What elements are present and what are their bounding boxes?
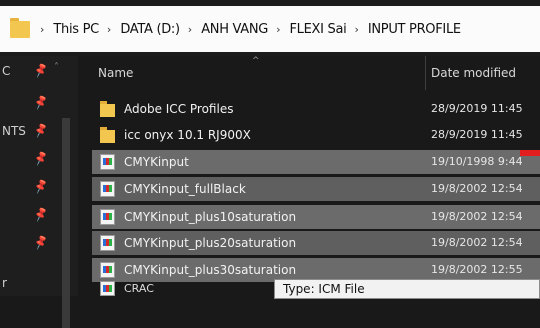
file-name-partial[interactable]: CRAC xyxy=(124,282,154,295)
file-row-selected[interactable]: CMYKinput_fullBlack 19/8/2002 12:54 xyxy=(92,177,540,201)
file-date: 19/10/1998 9:44 xyxy=(431,155,523,168)
file-date: 19/8/2002 12:54 xyxy=(431,182,523,195)
breadcrumb: › This PC › DATA (D:) › ANH VANG › FLEXI… xyxy=(32,22,461,37)
file-row-selected[interactable]: CMYKinput_plus20saturation 19/8/2002 12:… xyxy=(92,231,540,255)
column-divider[interactable] xyxy=(425,56,426,90)
crumb-input-profile[interactable]: INPUT PROFILE xyxy=(368,22,461,37)
crumb-flexi-sai[interactable]: FLEXI Sai xyxy=(290,22,347,37)
column-header-row: ^ Name Date modified xyxy=(78,56,540,90)
pin-icon: 📌 xyxy=(32,178,50,195)
crumb-this-pc[interactable]: This PC xyxy=(53,22,99,37)
icm-file-icon xyxy=(100,209,115,225)
folder-icon xyxy=(100,101,115,117)
column-header-name[interactable]: Name xyxy=(98,66,133,80)
file-name: CMYKinput xyxy=(124,155,189,169)
file-name: Adobe ICC Profiles xyxy=(124,102,234,116)
file-date: 19/8/2002 12:54 xyxy=(431,210,523,223)
nav-item[interactable]: C 📌 xyxy=(0,60,78,84)
pin-icon: 📌 xyxy=(32,234,50,251)
icm-file-icon xyxy=(100,262,115,278)
file-name: CMYKinput_plus10saturation xyxy=(124,210,297,224)
folder-icon xyxy=(100,127,115,143)
chevron-right-icon[interactable]: › xyxy=(107,23,111,36)
folder-icon xyxy=(10,18,32,40)
file-row[interactable]: icc onyx 10.1 RJ900X 28/9/2019 11:45 xyxy=(92,123,540,147)
chevron-right-icon[interactable]: › xyxy=(354,23,358,36)
file-date: 28/9/2019 11:45 xyxy=(431,128,523,141)
pin-icon: 📌 xyxy=(32,150,50,167)
icm-file-icon xyxy=(100,281,115,296)
nav-item-label: r xyxy=(2,276,7,290)
icm-file-icon xyxy=(100,154,115,170)
nav-scrollbar[interactable] xyxy=(62,118,70,328)
icm-file-icon xyxy=(100,181,115,197)
pin-icon: 📌 xyxy=(32,206,50,223)
chevron-right-icon[interactable]: › xyxy=(276,23,280,36)
file-row-selected[interactable]: CMYKinput_plus10saturation 19/8/2002 12:… xyxy=(92,205,540,229)
nav-item[interactable]: 📌 xyxy=(0,92,78,116)
file-name: CMYKinput_plus30saturation xyxy=(124,263,297,277)
sort-up-icon: ^ xyxy=(252,56,260,66)
pin-icon: 📌 xyxy=(32,94,50,111)
crumb-data-drive[interactable]: DATA (D:) xyxy=(120,22,180,37)
pin-icon: 📌 xyxy=(32,122,50,139)
red-marker xyxy=(520,150,540,156)
file-date: 19/8/2002 12:54 xyxy=(431,236,523,249)
nav-item-label: NTS xyxy=(2,124,26,138)
file-row-selected[interactable]: CMYKinput 19/10/1998 9:44 xyxy=(92,150,540,174)
chevron-right-icon[interactable]: › xyxy=(188,23,192,36)
pin-icon: 📌 xyxy=(32,62,50,79)
file-name: CMYKinput_plus20saturation xyxy=(124,236,297,250)
file-list: ^ Name Date modified Adobe ICC Profiles … xyxy=(78,56,540,296)
file-name: CMYKinput_fullBlack xyxy=(124,182,246,196)
address-bar[interactable]: › This PC › DATA (D:) › ANH VANG › FLEXI… xyxy=(0,6,540,52)
file-date: 19/8/2002 12:55 xyxy=(431,263,523,276)
address-bar-area: › This PC › DATA (D:) › ANH VANG › FLEXI… xyxy=(0,0,540,56)
icm-file-icon xyxy=(100,235,115,251)
file-name: icc onyx 10.1 RJ900X xyxy=(124,128,251,142)
navigation-pane: ˄ C 📌 📌 NTS 📌 📌 📌 📌 📌 r xyxy=(0,56,78,328)
column-header-date[interactable]: Date modified xyxy=(431,66,516,80)
tooltip-text: Type: ICM File xyxy=(283,282,365,296)
file-date: 28/9/2019 11:45 xyxy=(431,102,523,115)
file-row[interactable]: Adobe ICC Profiles 28/9/2019 11:45 xyxy=(92,97,540,121)
chevron-right-icon[interactable]: › xyxy=(40,23,44,36)
crumb-anh-vang[interactable]: ANH VANG xyxy=(201,22,268,37)
nav-item-label: C xyxy=(2,64,11,78)
tooltip: Type: ICM File xyxy=(274,279,540,299)
